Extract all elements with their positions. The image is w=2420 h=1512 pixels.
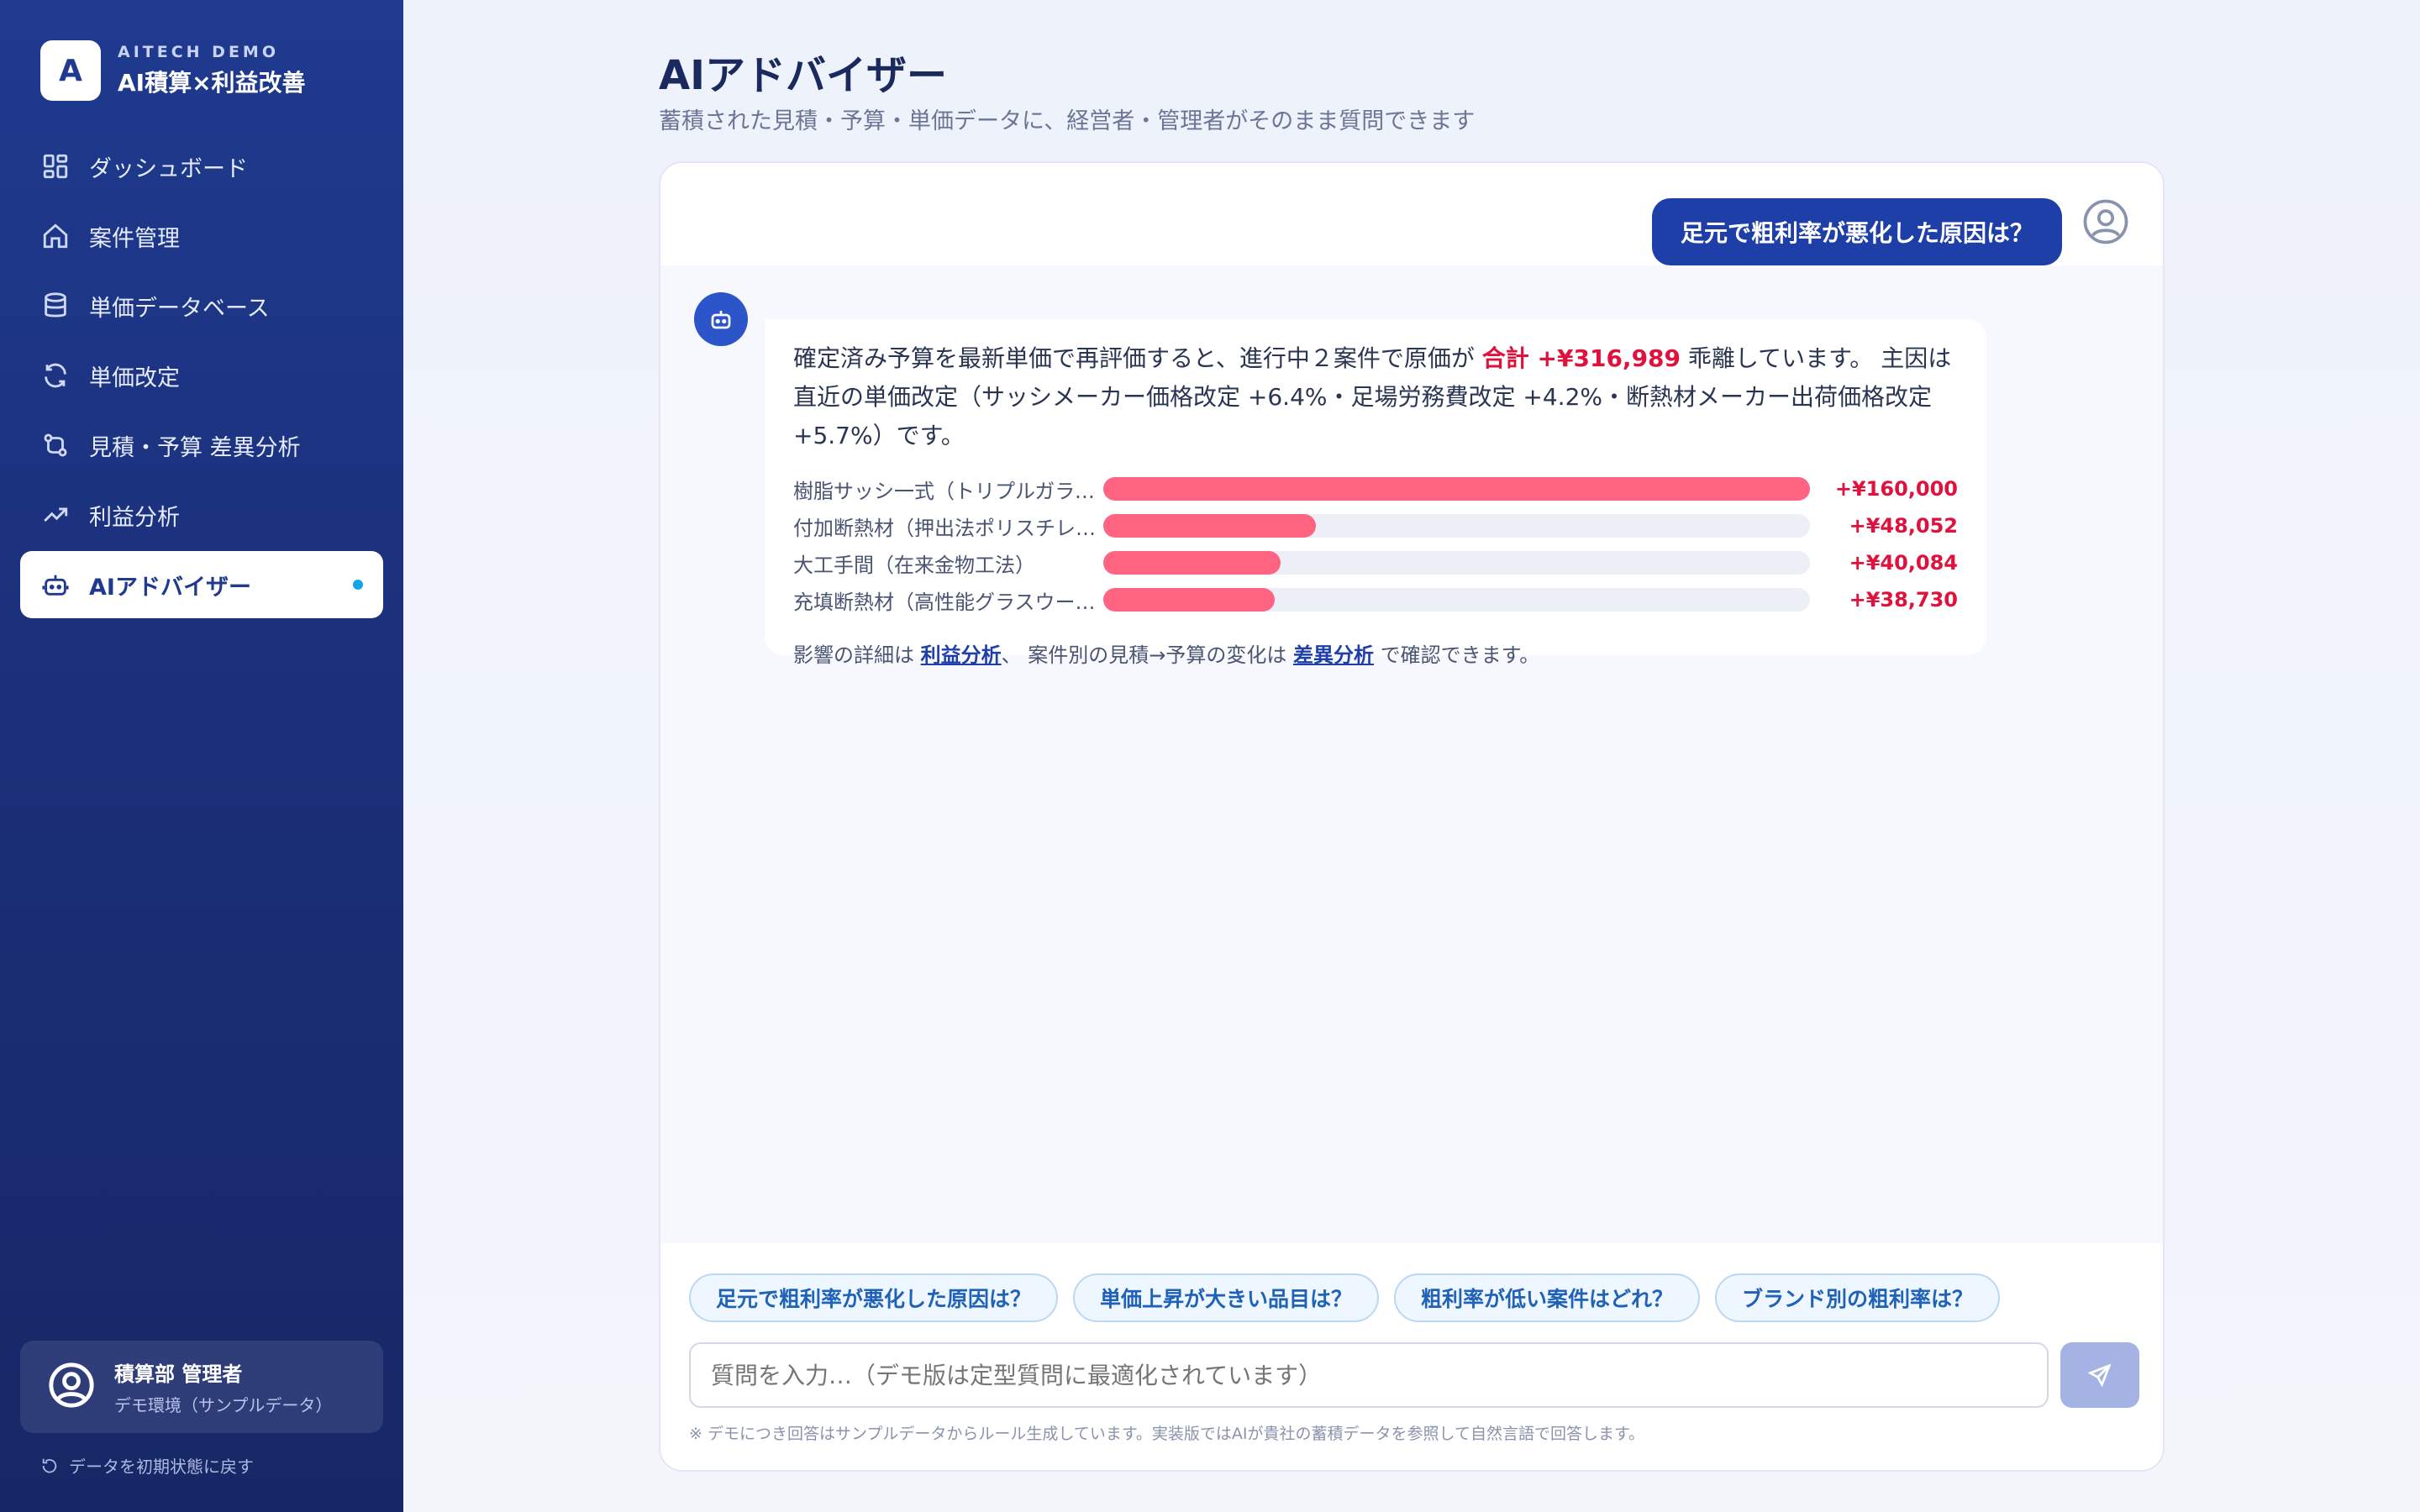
sidebar-item-label: 単価データベース — [89, 295, 270, 322]
bot-message-text: 確定済み予算を最新単価で再評価すると、進行中２案件で原価が 合計 +¥316,9… — [793, 339, 1958, 455]
send-button[interactable] — [2060, 1342, 2139, 1408]
sidebar-item-unit-price-db[interactable]: 単価データベース — [20, 272, 383, 339]
variance-analysis-link[interactable]: 差異分析 — [1293, 643, 1374, 667]
cost-impact-bars: 樹脂サッシ一式（トリプルガラス） +¥160,000 付加断熱材（押出法ポリスチ… — [793, 470, 1958, 618]
send-icon — [2087, 1363, 2112, 1388]
sidebar-item-price-revision[interactable]: 単価改定 — [20, 342, 383, 409]
robot-icon — [711, 311, 731, 329]
trend-icon — [40, 500, 71, 530]
user-name: 積算部 管理者 — [114, 1362, 243, 1386]
bar-fill — [1103, 514, 1316, 538]
brand-sub: AITECH DEMO — [118, 43, 279, 61]
foot-text: 、 案件別の見積→予算の変化は — [1001, 643, 1294, 667]
bar-label: 付加断熱材（押出法ポリスチレンフォーム） — [793, 516, 1103, 540]
suggested-questions: 足元で粗利率が悪化した原因は？ 単価上昇が大きい品目は？ 粗利率が低い案件はどれ… — [689, 1273, 2015, 1322]
bar-value: +¥40,084 — [1849, 551, 1958, 575]
bar-row: 大工手間（在来金物工法） +¥40,084 — [793, 544, 1958, 581]
foot-text: 影響の詳細は — [793, 643, 921, 667]
bar-row: 樹脂サッシ一式（トリプルガラス） +¥160,000 — [793, 470, 1958, 507]
bar-row: 充填断熱材（高性能グラスウール） +¥38,730 — [793, 581, 1958, 618]
bar-value: +¥48,052 — [1849, 514, 1958, 538]
bar-track — [1103, 477, 1811, 501]
cost-gap-total: 合計 +¥316,989 — [1481, 344, 1681, 372]
page-title: AIアドバイザー — [659, 52, 948, 99]
sidebar-item-profit-analysis[interactable]: 利益分析 — [20, 481, 383, 549]
sidebar-item-label: 見積・予算 差異分析 — [89, 434, 301, 461]
home-icon — [40, 221, 71, 251]
brand[interactable]: A AITECH DEMO AI積算×利益改善 — [40, 40, 306, 101]
bar-fill — [1103, 551, 1281, 575]
bar-track — [1103, 588, 1811, 612]
sidebar-item-dashboard[interactable]: ダッシュボード — [20, 133, 383, 200]
sidebar-item-label: 単価改定 — [89, 365, 180, 391]
bar-value: +¥38,730 — [1849, 588, 1958, 612]
bot-message-bubble: 確定済み予算を最新単価で再評価すると、進行中２案件で原価が 合計 +¥316,9… — [765, 319, 1986, 667]
sidebar-item-label: 利益分析 — [89, 504, 180, 531]
reset-data-link[interactable]: データを初期状態に戻す — [40, 1453, 254, 1478]
database-icon — [40, 291, 71, 321]
profit-analysis-link[interactable]: 利益分析 — [921, 643, 1002, 667]
reset-label: データを初期状態に戻す — [69, 1457, 254, 1477]
user-avatar-icon — [2083, 199, 2128, 244]
compare-icon — [40, 430, 71, 460]
active-indicator — [353, 580, 363, 590]
bar-fill — [1103, 477, 1811, 501]
sidebar-item-projects[interactable]: 案件管理 — [20, 202, 383, 270]
bar-track — [1103, 551, 1811, 575]
dashboard-icon — [40, 151, 71, 181]
chat-panel: 足元で粗利率が悪化した原因は？ 確定済み予算を最新単価で再評価すると、進行中２案… — [659, 161, 2165, 1472]
sidebar-nav: ダッシュボード 案件管理 単価データベース 単価改定 見積・予算 差異分析 利益… — [20, 133, 383, 621]
sidebar-item-label: AIアドバイザー — [89, 574, 251, 601]
suggestion-chip[interactable]: 粗利率が低い案件はどれ？ — [1394, 1273, 1701, 1322]
bar-label: 大工手間（在来金物工法） — [793, 553, 1035, 577]
foot-text: で確認できます。 — [1374, 643, 1540, 667]
sidebar-item-ai-advisor[interactable]: AIアドバイザー — [20, 551, 383, 618]
refresh-icon — [40, 360, 71, 391]
brand-text: AITECH DEMO AI積算×利益改善 — [118, 43, 306, 98]
bar-fill — [1103, 588, 1275, 612]
robot-icon — [40, 570, 71, 600]
bar-row: 付加断熱材（押出法ポリスチレンフォーム） +¥48,052 — [793, 507, 1958, 544]
bar-track — [1103, 514, 1811, 538]
user-card[interactable]: 積算部 管理者 デモ環境（サンプルデータ） — [20, 1341, 383, 1433]
reset-icon — [42, 1458, 57, 1473]
user-avatar — [2082, 198, 2129, 245]
suggestion-chip[interactable]: 単価上昇が大きい品目は？ — [1073, 1273, 1380, 1322]
brand-title: AI積算×利益改善 — [118, 69, 306, 97]
bot-text-part: 確定済み予算を最新単価で再評価すると、進行中２案件で原価が — [793, 344, 1482, 372]
sidebar-item-label: ダッシュボード — [89, 155, 248, 182]
bar-value: +¥160,000 — [1834, 477, 1958, 501]
user-message-row: 足元で粗利率が悪化した原因は？ — [660, 163, 2163, 265]
bar-label: 樹脂サッシ一式（トリプルガラス） — [793, 479, 1104, 503]
disclaimer: ※ デモにつき回答はサンプルデータからルール生成しています。実装版ではAIが貴社… — [689, 1425, 1645, 1443]
suggestion-chip[interactable]: 足元で粗利率が悪化した原因は？ — [689, 1273, 1059, 1322]
user-circle-icon — [47, 1361, 96, 1413]
brand-logo: A — [40, 40, 101, 101]
bar-label: 充填断熱材（高性能グラスウール） — [793, 590, 1104, 614]
user-text: 積算部 管理者 デモ環境（サンプルデータ） — [114, 1357, 332, 1416]
bot-footnote: 影響の詳細は 利益分析、 案件別の見積→予算の変化は 差異分析 で確認できます。 — [793, 638, 1958, 668]
suggestion-chip[interactable]: ブランド別の粗利率は？ — [1715, 1273, 2001, 1322]
user-environment: デモ環境（サンプルデータ） — [114, 1395, 333, 1415]
question-input[interactable] — [689, 1342, 2049, 1408]
bot-avatar — [694, 292, 748, 346]
page-subtitle: 蓄積された見積・予算・単価データに、経営者・管理者がそのまま質問できます — [659, 108, 1476, 134]
sidebar-item-label: 案件管理 — [89, 225, 180, 252]
sidebar-item-variance-analysis[interactable]: 見積・予算 差異分析 — [20, 412, 383, 479]
sidebar: A AITECH DEMO AI積算×利益改善 ダッシュボード 案件管理 単価デ… — [0, 0, 403, 1512]
user-message-bubble: 足元で粗利率が悪化した原因は？ — [1651, 198, 2062, 265]
